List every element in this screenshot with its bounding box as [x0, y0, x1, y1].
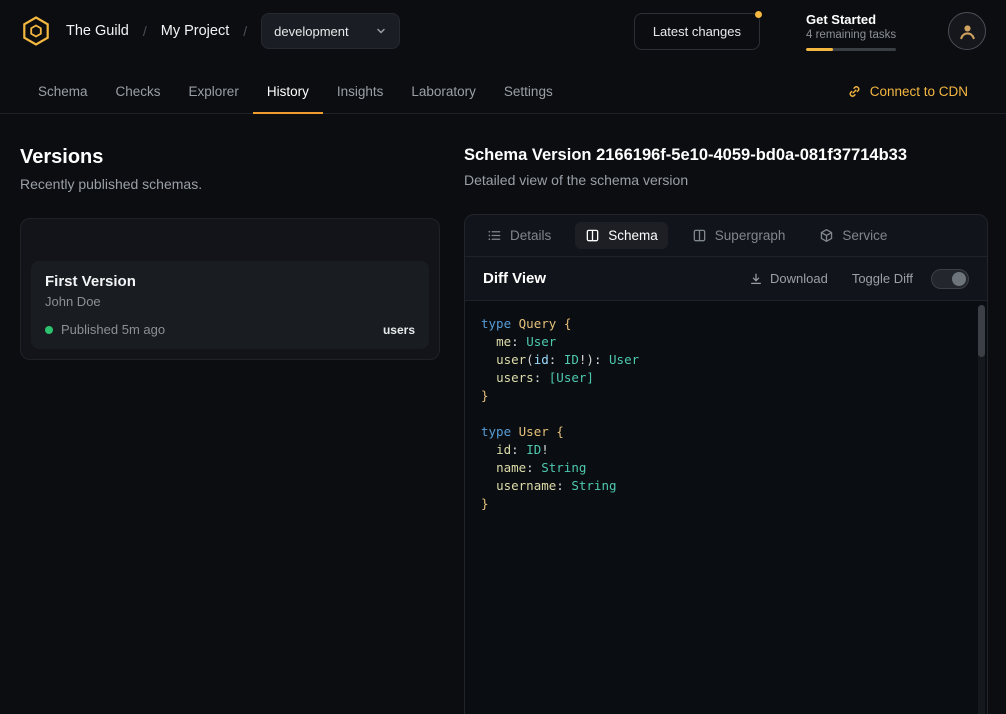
panel-tab-label: Supergraph	[715, 228, 786, 243]
code-line: }	[481, 387, 971, 405]
tab-schema[interactable]: Schema	[24, 70, 102, 113]
toggle-diff-label: Toggle Diff	[852, 271, 913, 286]
list-icon	[487, 228, 502, 243]
nav-tabs: Schema Checks Explorer History Insights …	[24, 70, 567, 113]
version-status-row: Published 5m ago users	[45, 322, 415, 337]
cube-icon	[819, 228, 834, 243]
get-started-title: Get Started	[806, 12, 902, 27]
link-icon	[847, 84, 862, 99]
avatar[interactable]	[948, 12, 986, 50]
schema-version-panel: Details Schema	[464, 214, 988, 714]
target-selector[interactable]: development	[261, 13, 399, 49]
breadcrumb-separator: /	[243, 23, 247, 39]
user-icon	[958, 22, 977, 41]
tab-laboratory[interactable]: Laboratory	[397, 70, 490, 113]
download-label: Download	[770, 271, 828, 286]
panel-tabs: Details Schema	[465, 215, 987, 257]
connect-cdn-button[interactable]: Connect to CDN	[841, 83, 974, 100]
connect-cdn-label: Connect to CDN	[870, 84, 968, 99]
notification-dot	[755, 11, 762, 18]
tab-history[interactable]: History	[253, 70, 323, 113]
progress-fill	[806, 48, 833, 51]
code-line: type Query {	[481, 315, 971, 333]
diff-actions: Download Toggle Diff	[743, 269, 969, 289]
download-button[interactable]: Download	[743, 270, 834, 287]
code-line: me: User	[481, 333, 971, 351]
version-name: First Version	[45, 273, 415, 290]
panel-tab-schema[interactable]: Schema	[575, 222, 668, 249]
code-line: }	[481, 495, 971, 513]
get-started-subtitle: 4 remaining tasks	[806, 29, 902, 41]
get-started-widget[interactable]: Get Started 4 remaining tasks	[806, 12, 902, 51]
code-line: id: ID!	[481, 441, 971, 459]
breadcrumb-org[interactable]: The Guild	[66, 23, 129, 39]
version-status: Published 5m ago	[61, 322, 165, 337]
tab-checks[interactable]: Checks	[102, 70, 175, 113]
tab-explorer[interactable]: Explorer	[175, 70, 253, 113]
get-started-progress	[806, 48, 896, 51]
toggle-diff-switch[interactable]	[931, 269, 969, 289]
versions-section: Versions Recently published schemas. Fir…	[0, 114, 464, 360]
top-header: The Guild / My Project / development Lat…	[0, 0, 1006, 62]
main-content: Versions Recently published schemas. Fir…	[0, 114, 1006, 714]
supergraph-icon	[692, 228, 707, 243]
download-icon	[749, 272, 763, 286]
header-right: Latest changes Get Started 4 remaining t…	[634, 12, 986, 51]
version-service-badge: users	[383, 323, 415, 337]
code-line	[481, 405, 971, 423]
breadcrumb-separator: /	[143, 23, 147, 39]
panel-tab-service[interactable]: Service	[809, 222, 897, 249]
breadcrumb: The Guild / My Project / development	[66, 13, 400, 49]
schema-version-subtitle: Detailed view of the schema version	[464, 172, 988, 188]
latest-changes-button[interactable]: Latest changes	[634, 13, 760, 50]
panel-tab-supergraph[interactable]: Supergraph	[682, 222, 796, 249]
scrollbar[interactable]	[978, 305, 985, 714]
code-line: user(id: ID!): User	[481, 351, 971, 369]
schema-version-section: Schema Version 2166196f-5e10-4059-bd0a-0…	[464, 114, 1006, 714]
published-dot	[45, 326, 53, 334]
version-author: John Doe	[45, 294, 415, 309]
diff-toolbar: Diff View Download Toggle Diff	[465, 257, 987, 301]
main-nav: Schema Checks Explorer History Insights …	[0, 62, 1006, 114]
code-line: username: String	[481, 477, 971, 495]
versions-subtitle: Recently published schemas.	[20, 176, 440, 192]
code-line: name: String	[481, 459, 971, 477]
diff-view-title: Diff View	[483, 270, 546, 287]
versions-list: First Version John Doe Published 5m ago …	[20, 218, 440, 360]
schema-icon	[585, 228, 600, 243]
panel-tab-label: Schema	[608, 228, 658, 243]
panel-tab-label: Service	[842, 228, 887, 243]
latest-changes-label: Latest changes	[653, 24, 741, 39]
panel-tab-label: Details	[510, 228, 551, 243]
tab-settings[interactable]: Settings	[490, 70, 567, 113]
version-item[interactable]: First Version John Doe Published 5m ago …	[31, 261, 429, 349]
hive-logo-icon[interactable]	[20, 15, 52, 47]
scrollbar-thumb[interactable]	[978, 305, 985, 357]
code-view: type Query { me: User user(id: ID!): Use…	[465, 301, 987, 714]
chevron-down-icon	[375, 25, 387, 37]
code-line: type User {	[481, 423, 971, 441]
schema-version-title: Schema Version 2166196f-5e10-4059-bd0a-0…	[464, 146, 988, 165]
target-selector-value: development	[274, 24, 348, 39]
versions-title: Versions	[20, 146, 440, 169]
panel-tab-details[interactable]: Details	[477, 222, 561, 249]
toggle-knob	[952, 272, 966, 286]
tab-insights[interactable]: Insights	[323, 70, 398, 113]
breadcrumb-project[interactable]: My Project	[161, 23, 230, 39]
code-line: users: [User]	[481, 369, 971, 387]
code-lines: type Query { me: User user(id: ID!): Use…	[481, 315, 971, 513]
